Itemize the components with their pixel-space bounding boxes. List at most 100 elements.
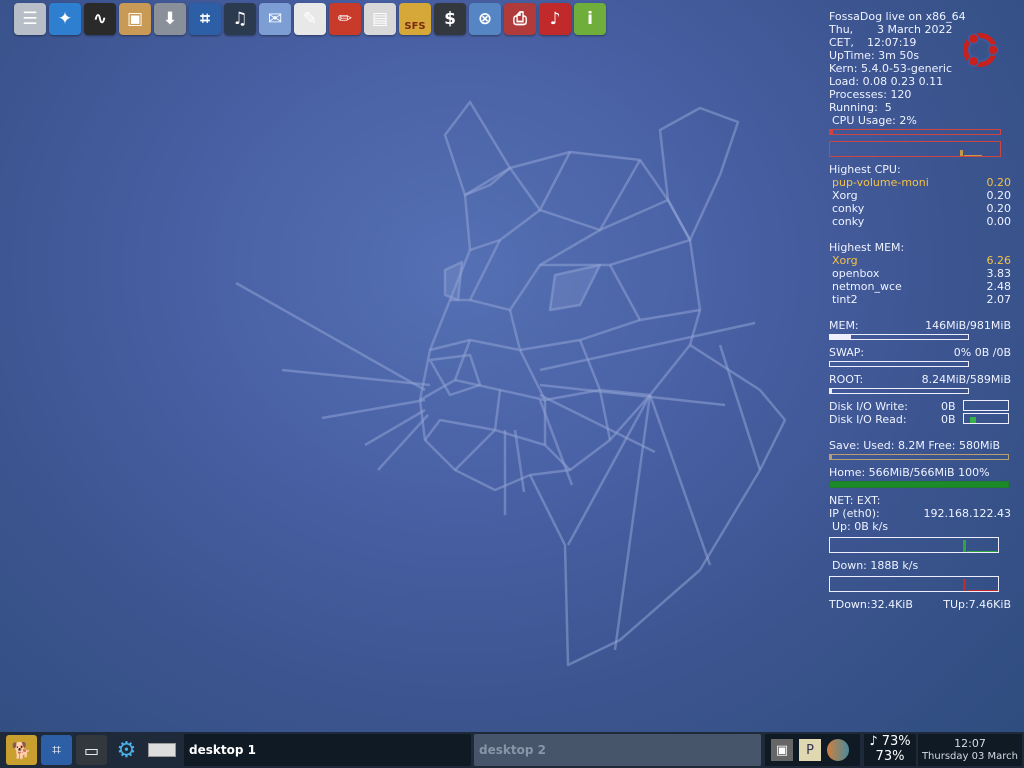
compass-browser-icon[interactable]: ✦ [49, 3, 81, 35]
quick-launch-drive[interactable] [146, 735, 177, 765]
headphones-icon-glyph: ♫ [232, 9, 248, 29]
load-value: 0.08 0.23 0.11 [862, 75, 944, 88]
cpu-graph [829, 141, 1001, 157]
mixer-icon[interactable]: ☰ [14, 3, 46, 35]
network-settings-icon[interactable]: ⊗ [469, 3, 501, 35]
quick-launch-settings[interactable]: ⚙ [111, 735, 142, 765]
puppy-menu-button[interactable]: 🐕 [6, 735, 37, 765]
info-icon[interactable]: i [574, 3, 606, 35]
save-bar-fill [830, 455, 833, 459]
system-monitor-icon[interactable]: ∿ [84, 3, 116, 35]
process-row: conky 0.20 [829, 202, 1011, 215]
package-manager-icon[interactable]: ▣ [119, 3, 151, 35]
conky-processes: Processes: 120 [829, 88, 1011, 101]
disk-read-graph [963, 413, 1009, 424]
conky-ip: IP (eth0): 192.168.122.43 [829, 507, 1011, 520]
process-value: 6.26 [986, 254, 1012, 267]
package-manager-icon-glyph: ▣ [126, 9, 144, 29]
conky-system-monitor: FossaDog live on x86_64 Thu, 3 March 202… [829, 10, 1011, 611]
save-bar [829, 454, 1009, 460]
uptime-label: UpTime: [829, 49, 875, 62]
cpu-usage-label: CPU Usage: [832, 114, 896, 127]
conky-kernel: Kern: 5.4.0-53-generic [829, 62, 1011, 75]
process-value: 0.20 [986, 189, 1012, 202]
running-value: 5 [884, 101, 892, 114]
quick-launch-console[interactable]: ▭ [76, 735, 107, 765]
swap-value: 0% 0B /0B [953, 346, 1011, 359]
download-icon-glyph: ⬇ [162, 9, 178, 29]
cpu-usage-value: 2% [899, 114, 917, 127]
mixer-icon-glyph: ☰ [22, 9, 38, 29]
media-player-icon[interactable]: ✉ [259, 3, 291, 35]
total-down: TDown:32.4KiB [829, 598, 913, 611]
net-down-trail [967, 590, 997, 591]
windows-icon[interactable]: ▣ [771, 739, 793, 761]
system-monitor-icon-glyph: ∿ [92, 9, 108, 29]
conky-time: CET, 12:07:19 [829, 36, 1011, 49]
conky-time-value: 12:07:19 [867, 36, 917, 49]
conky-disk-write: Disk I/O Write: 0B [829, 400, 1011, 413]
process-row: openbox 3.83 [829, 267, 1011, 280]
desktop-2-pager[interactable]: desktop 2 [474, 734, 761, 766]
volume-bottom: 73% [875, 749, 905, 764]
root-bar-fill [830, 389, 832, 393]
process-row: conky 0.00 [829, 215, 1011, 228]
clipboard-p-icon[interactable]: P [799, 739, 821, 761]
network-globe-icon[interactable] [827, 739, 849, 761]
process-name: conky [832, 215, 865, 228]
sfs-loader-icon[interactable]: SFS [399, 3, 431, 35]
desktop-1-pager[interactable]: desktop 1 [184, 734, 471, 766]
process-name: tint2 [832, 293, 858, 306]
highest-cpu-list: pup-volume-moni 0.20 Xorg 0.20 conky 0.20 conk… [829, 176, 1011, 228]
volume-indicator[interactable]: ♪ 73% 73% [864, 734, 916, 766]
conky-title: FossaDog live on x86_64 [829, 10, 966, 23]
process-row: netmon_wce 2.48 [829, 280, 1011, 293]
conky-cpu-usage: CPU Usage: 2% [829, 114, 1011, 127]
system-tray: ▣ P [765, 734, 860, 766]
mem-value: 146MiB/981MiB [925, 319, 1011, 332]
text-editor-icon[interactable]: ✎ [294, 3, 326, 35]
conky-date: Thu, 3 March 2022 [829, 23, 1011, 36]
file-cabinet-icon[interactable]: ▤ [364, 3, 396, 35]
cpu-graph-spike [960, 150, 963, 156]
net-up-spike [963, 540, 966, 552]
quick-launch-terminal[interactable]: ⌗ [41, 735, 72, 765]
clock-date: Thursday 03 March [921, 751, 1019, 762]
disk-write-label: Disk I/O Write: [829, 400, 908, 413]
process-name: netmon_wce [832, 280, 902, 293]
launcher-bar: ☰ ✦ ∿ ▣ ⬇ ⌗ ♫ ✉ ✎ ✏ ▤ SFS $ ⊗ ⎙ ♪ i [14, 3, 606, 37]
cpu-usage-bar-fill [830, 130, 834, 134]
compass-browser-icon-glyph: ✦ [57, 9, 73, 29]
gear-icon: ⚙ [116, 737, 137, 763]
load-label: Load: [829, 75, 860, 88]
disk-read-value: 0B [941, 413, 956, 426]
music-player-icon[interactable]: ♪ [539, 3, 571, 35]
running-label: Running: [829, 101, 878, 114]
console-icon[interactable]: $ [434, 3, 466, 35]
mem-bar-fill [830, 335, 851, 339]
conky-uptime: UpTime: 3m 50s [829, 49, 1011, 62]
process-value: 2.48 [986, 280, 1012, 293]
net-down: Down: 188B k/s [832, 559, 919, 572]
media-player-icon-glyph: ✉ [267, 9, 283, 29]
graphics-pencils-icon[interactable]: ✏ [329, 3, 361, 35]
process-name: Xorg [832, 254, 858, 267]
root-value: 8.24MiB/589MiB [921, 373, 1011, 386]
root-bar [829, 388, 969, 394]
root-label: ROOT: [829, 373, 864, 386]
conky-totals: TDown:32.4KiB TUp:7.46KiB [829, 598, 1011, 611]
net-up: Up: 0B k/s [832, 520, 889, 533]
graphics-pencils-icon-glyph: ✏ [337, 9, 353, 29]
conky-mem: MEM: 146MiB/981MiB [829, 319, 1011, 332]
console-icon-glyph: $ [444, 9, 456, 29]
terminal-icon[interactable]: ⌗ [189, 3, 221, 35]
disk-write-graph [963, 400, 1009, 411]
clock[interactable]: 12:07 Thursday 03 March [918, 734, 1022, 766]
drive-icon [147, 743, 176, 757]
swap-label: SWAP: [829, 346, 865, 359]
printer-icon[interactable]: ⎙ [504, 3, 536, 35]
net-down-graph [829, 576, 999, 592]
download-icon[interactable]: ⬇ [154, 3, 186, 35]
process-name: conky [832, 202, 865, 215]
headphones-icon[interactable]: ♫ [224, 3, 256, 35]
